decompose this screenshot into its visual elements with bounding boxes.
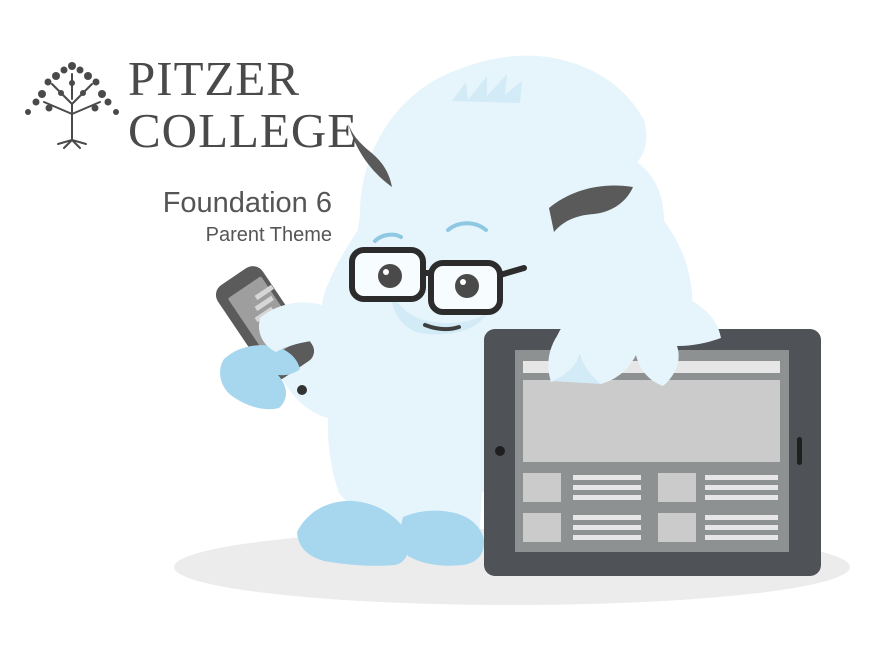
brand-line-1: PITZER [128, 51, 301, 106]
theme-subtitle: Parent Theme [205, 224, 332, 246]
tree-logo-icon [25, 62, 119, 149]
brand-line-2: COLLEGE [128, 103, 359, 158]
brand-logo: PITZER COLLEGE [18, 51, 357, 162]
left-eye [378, 264, 402, 288]
right-eye [455, 274, 479, 298]
theme-title: Foundation 6 [162, 187, 332, 219]
